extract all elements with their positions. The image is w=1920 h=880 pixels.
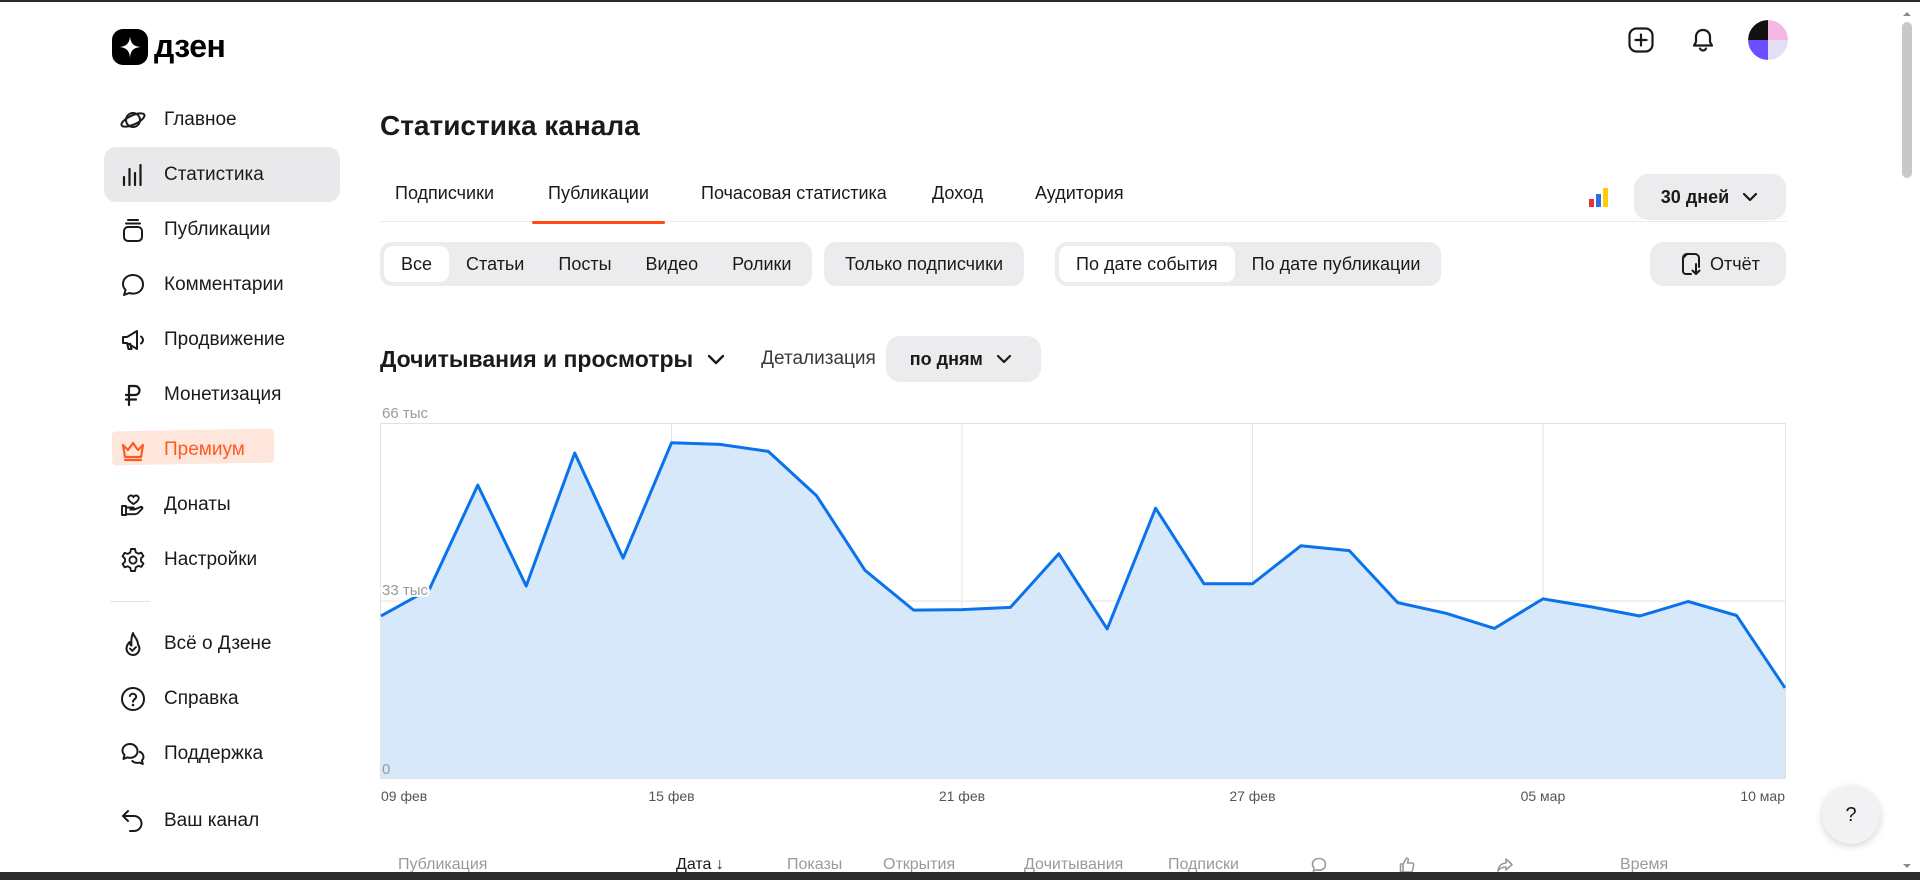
y-tick-label: 66 тыс bbox=[382, 405, 429, 422]
sidebar-item-label: Публикации bbox=[164, 218, 271, 240]
sidebar: Главное Статистика Публикации Комментари… bbox=[104, 92, 340, 848]
notifications-button[interactable] bbox=[1686, 23, 1720, 57]
scroll-down-arrow[interactable] bbox=[1902, 858, 1912, 868]
sidebar-item-donates[interactable]: Донаты bbox=[104, 477, 340, 532]
stack-icon bbox=[118, 215, 148, 245]
sidebar-item-promotion[interactable]: Продвижение bbox=[104, 312, 340, 367]
sidebar-item-label: Настройки bbox=[164, 548, 258, 570]
logo-text: дзен bbox=[154, 28, 226, 64]
tab-audience[interactable]: Аудитория bbox=[1035, 164, 1124, 222]
tab-subscribers[interactable]: Подписчики bbox=[395, 164, 494, 222]
chart-svg: 66 тыс 33 тыс 0 09 фев 15 фев 21 фев 27 фев 05 … bbox=[380, 405, 1786, 804]
chevron-down-icon[interactable] bbox=[705, 348, 727, 370]
tab-publications[interactable]: Публикации bbox=[532, 164, 665, 224]
filter-all[interactable]: Все bbox=[384, 246, 450, 282]
help-button[interactable]: ? bbox=[1822, 786, 1880, 844]
subscribers-only-label: Только подписчики bbox=[845, 253, 1004, 274]
create-button[interactable] bbox=[1624, 23, 1658, 57]
sidebar-item-support[interactable]: Поддержка bbox=[104, 726, 340, 781]
chevron-down-icon bbox=[996, 354, 1011, 364]
sidebar-divider bbox=[110, 601, 150, 602]
detail-value: по дням bbox=[909, 348, 983, 369]
tab-income[interactable]: Доход bbox=[932, 164, 983, 222]
sidebar-item-comments[interactable]: Комментарии bbox=[104, 257, 340, 312]
planet-icon bbox=[118, 105, 148, 135]
sidebar-item-help[interactable]: Справка bbox=[104, 671, 340, 726]
x-tick-label: 10 мар bbox=[1740, 788, 1785, 804]
metric-title[interactable]: Дочитывания и просмотры bbox=[380, 346, 693, 373]
ruble-icon bbox=[118, 380, 148, 410]
stats-tabs: Подписчики Публикации Почасовая статисти… bbox=[380, 164, 1786, 224]
x-tick-label: 05 мар bbox=[1521, 788, 1566, 804]
crown-icon bbox=[118, 435, 148, 465]
metrika-logo-icon[interactable] bbox=[1588, 186, 1610, 208]
download-doc-icon bbox=[1682, 253, 1701, 275]
filter-by-publish-date[interactable]: По дате публикации bbox=[1235, 246, 1438, 282]
sidebar-item-main[interactable]: Главное bbox=[104, 92, 340, 147]
tab-hourly-stats[interactable]: Почасовая статистика bbox=[701, 164, 887, 222]
detail-label: Детализация bbox=[761, 348, 876, 369]
gear-icon bbox=[118, 545, 148, 575]
sidebar-item-publications[interactable]: Публикации bbox=[104, 202, 340, 257]
filter-posts[interactable]: Посты bbox=[541, 246, 628, 282]
megaphone-icon bbox=[118, 325, 148, 355]
period-label: 30 дней bbox=[1660, 186, 1730, 207]
window-bottom-edge bbox=[0, 872, 1920, 880]
sidebar-item-label: Поддержка bbox=[164, 742, 264, 764]
content-type-filter: Все Статьи Посты Видео Ролики bbox=[380, 242, 813, 286]
comment-icon bbox=[118, 270, 148, 300]
sidebar-item-label: Монетизация bbox=[164, 383, 282, 405]
sidebar-item-label: Всё о Дзене bbox=[164, 632, 272, 654]
period-select[interactable]: 30 дней bbox=[1634, 174, 1786, 220]
report-button[interactable]: Отчёт bbox=[1650, 242, 1786, 286]
window-top-edge bbox=[0, 0, 1920, 2]
filter-articles[interactable]: Статьи bbox=[449, 246, 541, 282]
x-tick-label: 21 фев bbox=[939, 788, 985, 804]
subscribers-only-toggle[interactable]: Только подписчики bbox=[824, 242, 1025, 286]
help-circle-icon bbox=[118, 684, 148, 714]
report-label: Отчёт bbox=[1710, 253, 1760, 274]
filter-shorts[interactable]: Ролики bbox=[715, 246, 808, 282]
sidebar-item-label: Комментарии bbox=[164, 273, 284, 295]
header-actions bbox=[1624, 20, 1788, 60]
x-tick-label: 09 фев bbox=[381, 788, 427, 804]
sidebar-item-label: Статистика bbox=[164, 163, 264, 185]
sidebar-item-label: Продвижение bbox=[164, 328, 286, 350]
y-tick-label: 33 тыс bbox=[382, 582, 429, 599]
donate-hand-icon bbox=[118, 490, 148, 520]
date-mode-filter: По дате события По дате публикации bbox=[1055, 242, 1442, 286]
metric-row: Дочитывания и просмотры Детализация по д… bbox=[380, 336, 1041, 382]
x-tick-label: 15 фев bbox=[648, 788, 694, 804]
sidebar-item-monetization[interactable]: Монетизация bbox=[104, 367, 340, 422]
plus-square-icon bbox=[1628, 27, 1654, 53]
sidebar-item-label: Главное bbox=[164, 108, 237, 130]
sidebar-item-label: Премиум bbox=[164, 438, 245, 460]
sidebar-item-label: Донаты bbox=[164, 493, 231, 515]
sidebar-item-statistics[interactable]: Статистика bbox=[104, 147, 340, 202]
chat-bubbles-icon bbox=[118, 739, 148, 769]
views-chart[interactable]: 66 тыс 33 тыс 0 09 фев 15 фев 21 фев 27 фев 05 … bbox=[380, 400, 1786, 810]
back-arrow-icon bbox=[118, 806, 148, 836]
scrollbar-thumb[interactable] bbox=[1902, 22, 1912, 178]
filter-by-event-date[interactable]: По дате события bbox=[1059, 246, 1235, 282]
page-title: Статистика канала bbox=[380, 110, 640, 141]
sidebar-item-your-channel[interactable]: Ваш канал bbox=[104, 793, 340, 848]
sidebar-item-premium[interactable]: Премиум bbox=[104, 422, 340, 477]
flame-icon bbox=[118, 629, 148, 659]
sidebar-item-label: Справка bbox=[164, 687, 239, 709]
sidebar-item-settings[interactable]: Настройки bbox=[104, 532, 340, 587]
detail-select[interactable]: по дням bbox=[885, 336, 1041, 382]
dzen-star-icon bbox=[112, 28, 148, 65]
chevron-down-icon bbox=[1743, 192, 1758, 202]
filter-video[interactable]: Видео bbox=[629, 246, 716, 282]
y-tick-label: 0 bbox=[382, 761, 390, 778]
bell-icon bbox=[1692, 28, 1714, 52]
sidebar-item-label: Ваш канал bbox=[164, 809, 260, 831]
sidebar-item-about-dzen[interactable]: Всё о Дзене bbox=[104, 616, 340, 671]
scroll-up-arrow[interactable] bbox=[1902, 6, 1912, 16]
x-tick-label: 27 фев bbox=[1229, 788, 1275, 804]
bar-stats-icon bbox=[118, 160, 148, 190]
avatar[interactable] bbox=[1748, 20, 1788, 60]
dzen-logo[interactable]: дзен bbox=[112, 28, 226, 65]
